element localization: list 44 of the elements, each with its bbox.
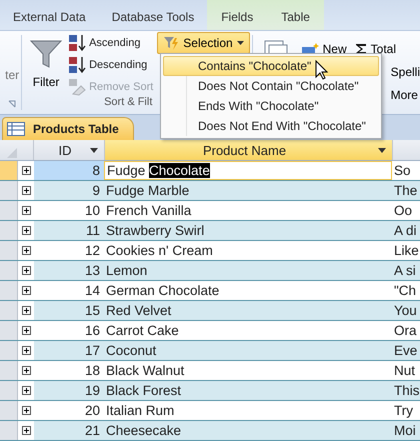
table-cell-text: So	[393, 162, 412, 180]
table-cell: 8	[34, 161, 104, 180]
table-cell-text: A di	[393, 222, 418, 240]
group-label: Sort & Filt	[104, 96, 152, 110]
table-cell-text: German Chocolate	[105, 282, 220, 300]
table-cell-text: Cheesecake	[105, 422, 182, 440]
table-cell-text: 12	[84, 242, 101, 260]
table-cell: Fudge Chocolate	[104, 161, 392, 180]
group-label: ter	[5, 68, 20, 82]
table-cell-text: Eve	[393, 342, 418, 360]
table-cell-text: Oo	[393, 202, 414, 220]
table-cell-text: Nut	[393, 362, 416, 380]
table-cell-text: Carrot Cake	[105, 322, 180, 340]
table-cell-text: 11	[84, 222, 101, 240]
table-cell-text: Ora	[393, 322, 418, 340]
table-cell-text: Try	[393, 402, 414, 420]
table-cell-text: 21	[84, 422, 101, 440]
table-cell-text: The	[393, 182, 418, 200]
table-cell-text: A si	[393, 262, 417, 280]
table-cell-text: 19	[84, 382, 101, 400]
table-cell-text: Coconut	[105, 342, 158, 360]
table-cell-text: Moi	[393, 422, 417, 440]
table-cell-text: This	[393, 382, 420, 400]
table-cell-text: Italian Rum	[105, 402, 176, 420]
table-cell-text: 14	[84, 282, 101, 300]
table-cell-text: Like	[393, 242, 420, 260]
table-cell-text: 20	[84, 402, 101, 420]
table-cell-text: Fudge Marble	[105, 182, 190, 200]
table-cell-text: 13	[84, 262, 101, 280]
table-cell-text: 9	[91, 182, 101, 200]
table-cell-text: Black Walnut	[105, 362, 186, 380]
table-cell-text: Red Velvet	[105, 302, 172, 320]
table-cell-text: Lemon	[105, 262, 148, 280]
table-cell-text: French Vanilla	[105, 202, 192, 220]
table-cell-text: You	[393, 302, 418, 320]
table-cell-text: Cookies n' Cream	[105, 242, 214, 260]
table-cell-text: Black Forest	[105, 382, 182, 400]
table-cell-text: 10	[84, 202, 101, 220]
table-cell-text: 18	[84, 362, 101, 380]
table-cell-text: 15	[84, 302, 101, 320]
table-cell-text: 16	[84, 322, 101, 340]
table-cell-text: Strawberry Swirl	[105, 222, 206, 240]
table-cell-text: 17	[84, 342, 101, 360]
table-cell-text: "Ch	[393, 282, 418, 300]
